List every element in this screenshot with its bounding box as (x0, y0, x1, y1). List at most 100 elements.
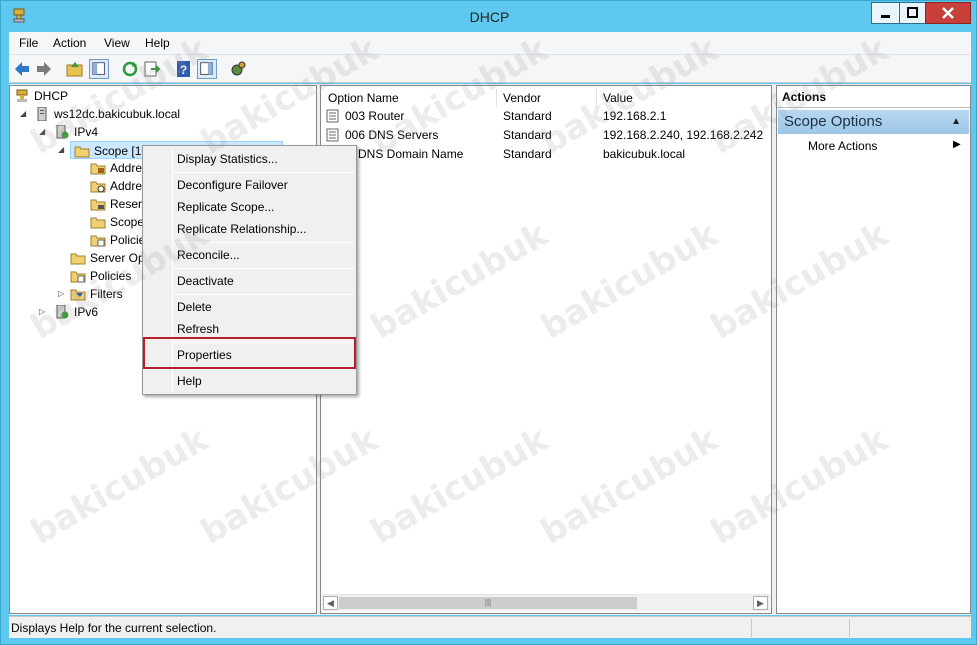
collapse-caret-icon[interactable]: ◢ (20, 105, 26, 123)
tree-label-scope-policies: Policie (110, 233, 146, 247)
close-button[interactable] (925, 2, 971, 24)
menu-separator (174, 242, 354, 243)
back-arrow-icon[interactable] (12, 59, 32, 79)
status-divider (751, 619, 752, 637)
tree-item-address-leases[interactable]: Addre (90, 177, 142, 195)
tree-item-ipv6[interactable]: IPv6 (54, 303, 98, 321)
menu-separator (174, 172, 354, 173)
refresh-icon[interactable] (120, 59, 140, 79)
minimize-icon (881, 15, 890, 18)
server-icon (37, 107, 47, 121)
address-pool-icon (90, 163, 106, 175)
menu-help[interactable]: Help (145, 36, 170, 50)
status-text: Displays Help for the current selection. (11, 621, 217, 635)
tree-label-server: ws12dc.bakicubuk.local (54, 107, 181, 121)
minimize-button[interactable] (871, 2, 900, 24)
mmc-window: DHCP File Action View Help ? DHCP ◢ ws12… (0, 0, 977, 645)
scroll-thumb[interactable]: ||| (339, 597, 637, 609)
horizontal-scrollbar[interactable]: ◀ ||| ▶ (322, 594, 770, 611)
menu-bar: File Action View Help (9, 32, 971, 55)
title-bar[interactable]: DHCP (1, 1, 977, 32)
collapse-caret-icon[interactable]: ◢ (58, 141, 64, 159)
value-cell: bakicubuk.local (603, 147, 686, 161)
policies-icon (90, 235, 106, 247)
show-hide-console-tree-icon[interactable] (89, 59, 109, 79)
ipv4-icon (56, 125, 69, 139)
menu-item-replicate-relationship[interactable]: Replicate Relationship... (177, 219, 306, 239)
tree-label-server-options: Server Op (90, 251, 145, 265)
tree-item-ipv4[interactable]: IPv4 (54, 123, 98, 141)
list-row[interactable]: 5 DNS Domain Name Standard bakicubuk.loc… (326, 145, 766, 163)
forward-arrow-icon[interactable] (34, 59, 54, 79)
tree-item-server-options[interactable]: Server Op (70, 249, 145, 267)
help-icon[interactable]: ? (174, 59, 194, 79)
column-header-vendor[interactable]: Vendor (497, 89, 597, 107)
up-folder-icon[interactable] (65, 59, 85, 79)
menu-item-reconcile[interactable]: Reconcile... (177, 245, 240, 265)
menu-file[interactable]: File (19, 36, 38, 50)
column-header-value[interactable]: Value (597, 89, 771, 107)
option-name-cell: 5 DNS Domain Name (348, 147, 464, 161)
actions-group-scope-options[interactable]: Scope Options ▲ (778, 110, 969, 134)
collapse-caret-icon[interactable]: ◢ (39, 123, 45, 141)
scope-folder-icon (74, 146, 90, 158)
policies-icon (70, 271, 86, 283)
vendor-cell: Standard (503, 109, 552, 123)
list-row[interactable]: 003 Router Standard 192.168.2.1 (326, 107, 766, 125)
server-tools-icon[interactable] (228, 59, 248, 79)
address-leases-icon (90, 181, 106, 193)
menu-item-delete[interactable]: Delete (177, 297, 212, 317)
tree-item-server[interactable]: ws12dc.bakicubuk.local (34, 105, 180, 123)
submenu-arrow-icon: ▶ (953, 139, 961, 150)
value-cell: 192.168.2.1 (603, 109, 667, 123)
menu-view[interactable]: View (104, 36, 130, 50)
more-actions-link[interactable]: More Actions (808, 139, 877, 153)
column-header-option-name[interactable]: Option Name (322, 89, 497, 107)
tree-item-filters[interactable]: Filters (70, 285, 123, 303)
reservations-icon (90, 199, 106, 211)
results-list: Option Name Vendor Value 003 Router Stan… (320, 85, 772, 614)
tree-label-ipv6: IPv6 (74, 305, 99, 319)
tree-item-address-pool[interactable]: Addre (90, 159, 142, 177)
tree-label-address-pool: Addre (110, 161, 143, 175)
list-row[interactable]: 006 DNS Servers Standard 192.168.2.240, … (326, 126, 766, 144)
scope-options-icon (90, 217, 106, 229)
tree-item-scope-policies[interactable]: Policie (90, 231, 145, 249)
tree-label-ipv4: IPv4 (74, 125, 99, 139)
export-list-icon[interactable] (142, 59, 162, 79)
maximize-icon (907, 7, 918, 18)
tree-item-scope-options[interactable]: Scope (90, 213, 144, 231)
menu-item-refresh[interactable]: Refresh (177, 319, 219, 339)
menu-item-deactivate[interactable]: Deactivate (177, 271, 234, 291)
toolbar: ? (9, 55, 971, 83)
maximize-button[interactable] (899, 2, 926, 24)
tree-label-scope-options: Scope (110, 215, 145, 229)
status-bar: Displays Help for the current selection. (9, 616, 971, 638)
menu-item-replicate-scope[interactable]: Replicate Scope... (177, 197, 274, 217)
tree-label-scope: Scope [19 (94, 144, 149, 158)
ipv6-icon (56, 305, 69, 319)
filters-icon (70, 289, 86, 301)
show-hide-action-pane-icon[interactable] (197, 59, 217, 79)
scroll-left-icon[interactable]: ◀ (323, 596, 338, 610)
option-icon (326, 109, 339, 123)
tree-item-policies[interactable]: Policies (70, 267, 131, 285)
server-options-icon (70, 253, 86, 265)
menu-item-help[interactable]: Help (177, 371, 202, 391)
menu-item-display-statistics[interactable]: Display Statistics... (177, 149, 278, 169)
vendor-cell: Standard (503, 147, 552, 161)
tree-label-policies: Policies (90, 269, 132, 283)
svg-text:?: ? (180, 63, 187, 77)
tree-item-dhcp[interactable]: DHCP (14, 87, 68, 105)
collapse-up-icon[interactable]: ▲ (951, 110, 961, 134)
tree-item-reservations[interactable]: Reserv (90, 195, 148, 213)
expand-caret-icon[interactable]: ▷ (58, 285, 64, 303)
expand-caret-icon[interactable]: ▷ (39, 303, 45, 321)
actions-group-label: Scope Options (784, 113, 883, 130)
menu-item-deconfigure-failover[interactable]: Deconfigure Failover (177, 175, 288, 195)
option-name-cell: 003 Router (345, 109, 405, 123)
menu-action[interactable]: Action (53, 36, 86, 50)
menu-separator (174, 294, 354, 295)
close-icon (942, 7, 954, 19)
scroll-right-icon[interactable]: ▶ (753, 596, 768, 610)
